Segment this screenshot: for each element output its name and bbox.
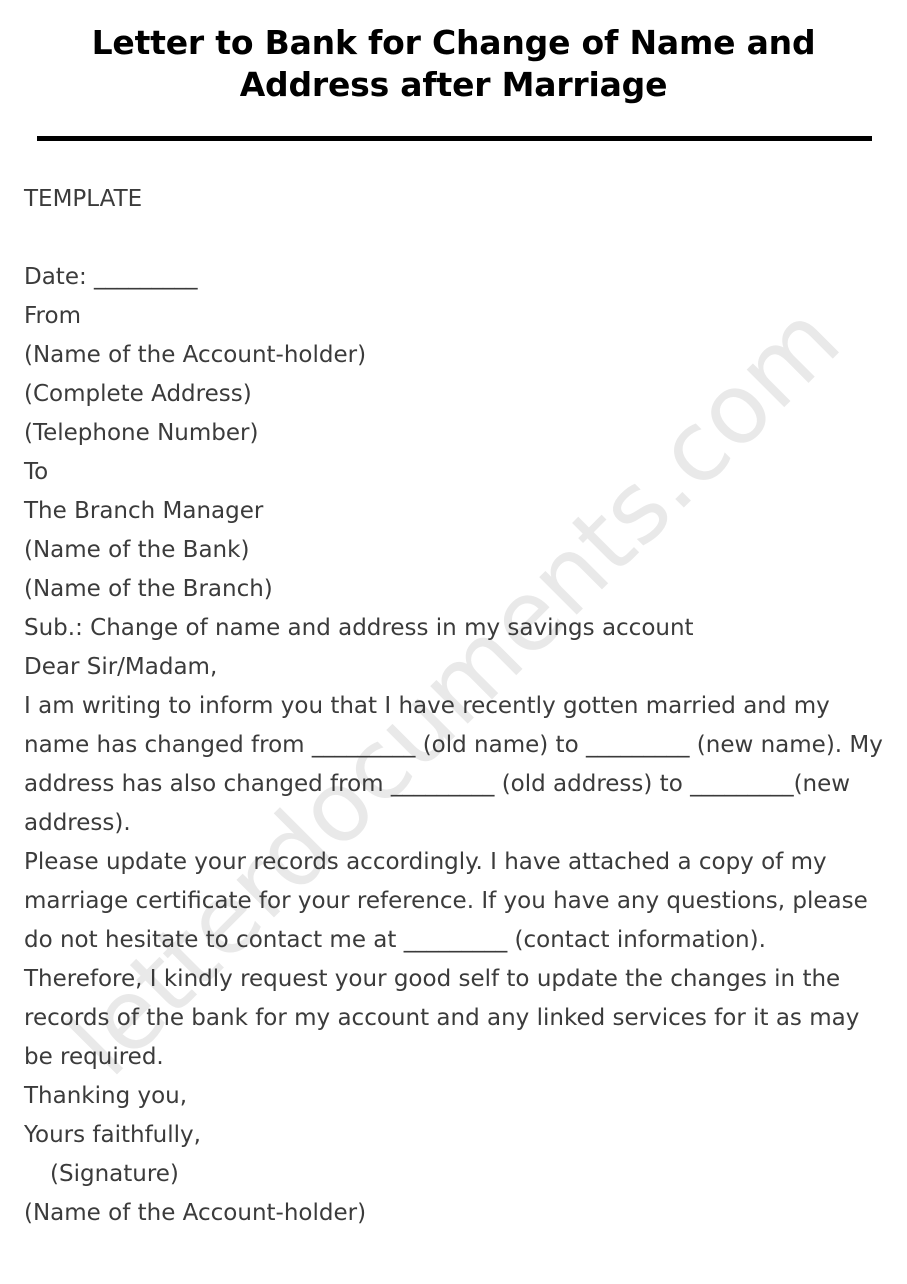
recipient-branch-line: (Name of the Branch) — [24, 576, 273, 602]
body-paragraph-1: I am writing to inform you that I have r… — [24, 693, 883, 836]
signature-placeholder-line: (Signature) — [50, 1161, 179, 1187]
page-title-line-1: Letter to Bank for Change of Name and — [91, 23, 816, 62]
date-line: Date: _________ — [24, 264, 198, 290]
from-label: From — [24, 303, 81, 329]
closing-salutation-line: Yours faithfully, — [24, 1122, 201, 1148]
closing-thanks-line: Thanking you, — [24, 1083, 188, 1109]
sender-phone-line: (Telephone Number) — [24, 420, 259, 446]
recipient-title-line: The Branch Manager — [24, 498, 264, 524]
page-title-line-2: Address after Marriage — [239, 65, 668, 105]
salutation-line: Dear Sir/Madam, — [24, 654, 218, 680]
page-title: Letter to Bank for Change of Name and Ad… — [60, 22, 847, 106]
signer-name-line: (Name of the Account-holder) — [24, 1200, 367, 1226]
title-divider — [37, 136, 872, 141]
document-page: letterdocuments.com Letter to Bank for C… — [0, 0, 907, 1284]
to-label: To — [24, 459, 49, 485]
section-label: TEMPLATE — [24, 186, 143, 212]
sender-name-line: (Name of the Account-holder) — [24, 342, 367, 368]
body-paragraph-2: Please update your records accordingly. … — [24, 849, 868, 953]
body-paragraph-3: Therefore, I kindly request your good se… — [24, 966, 860, 1070]
recipient-bank-line: (Name of the Bank) — [24, 537, 250, 563]
subject-line: Sub.: Change of name and address in my s… — [24, 615, 694, 641]
sender-address-line: (Complete Address) — [24, 381, 252, 407]
document-title-block: Letter to Bank for Change of Name and Ad… — [0, 0, 907, 106]
letter-body: TEMPLATE Date: _________ From (Name of t… — [24, 180, 884, 1233]
